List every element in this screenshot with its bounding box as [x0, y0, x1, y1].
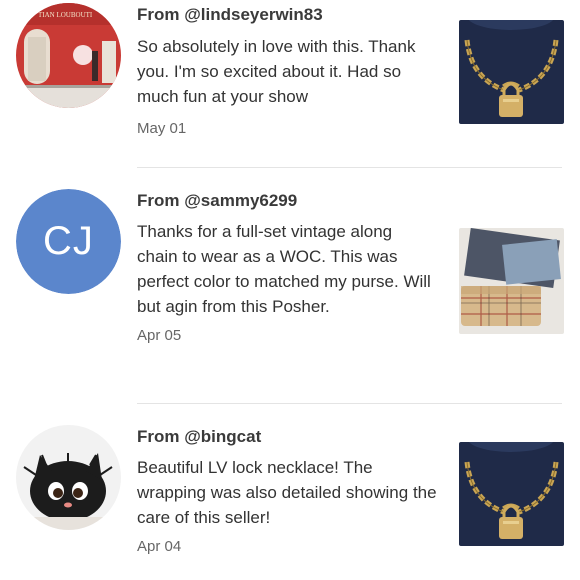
review-content: From @sammy6299 Thanks for a full-set vi… [137, 189, 437, 346]
review-username[interactable]: From @sammy6299 [137, 189, 437, 213]
avatar[interactable]: CJ [16, 189, 121, 294]
review-content: From @lindseyerwin83 So absolutely in lo… [137, 3, 437, 139]
storefront-photo: TIAN LOUBOUTI [16, 3, 121, 108]
review-date: Apr 04 [137, 538, 182, 555]
review-comment: So absolutely in love with this. Thank y… [137, 37, 416, 106]
product-thumbnail[interactable] [459, 442, 564, 546]
avatar[interactable] [16, 425, 121, 530]
divider [137, 403, 562, 404]
divider [137, 167, 562, 168]
black-cat-avatar [16, 425, 121, 530]
lock-necklace-icon [459, 442, 564, 546]
review-username[interactable]: From @lindseyerwin83 [137, 3, 437, 27]
avatar[interactable]: TIAN LOUBOUTI [16, 3, 121, 108]
store-sign-text: TIAN LOUBOUTI [38, 11, 93, 19]
review-comment: Thanks for a full-set vintage along chai… [137, 222, 431, 316]
review-date: Apr 05 [137, 327, 182, 344]
plaid-wallet-box-icon [459, 228, 564, 334]
review-username[interactable]: From @bingcat [137, 425, 437, 449]
lock-necklace-icon [459, 20, 564, 124]
product-thumbnail[interactable] [459, 228, 564, 334]
review-content: From @bingcat Beautiful LV lock necklace… [137, 425, 437, 557]
product-thumbnail[interactable] [459, 20, 564, 124]
review-date: May 01 [137, 120, 187, 137]
review-comment: Beautiful LV lock necklace! The wrapping… [137, 458, 437, 527]
avatar-initials: CJ [16, 189, 121, 294]
